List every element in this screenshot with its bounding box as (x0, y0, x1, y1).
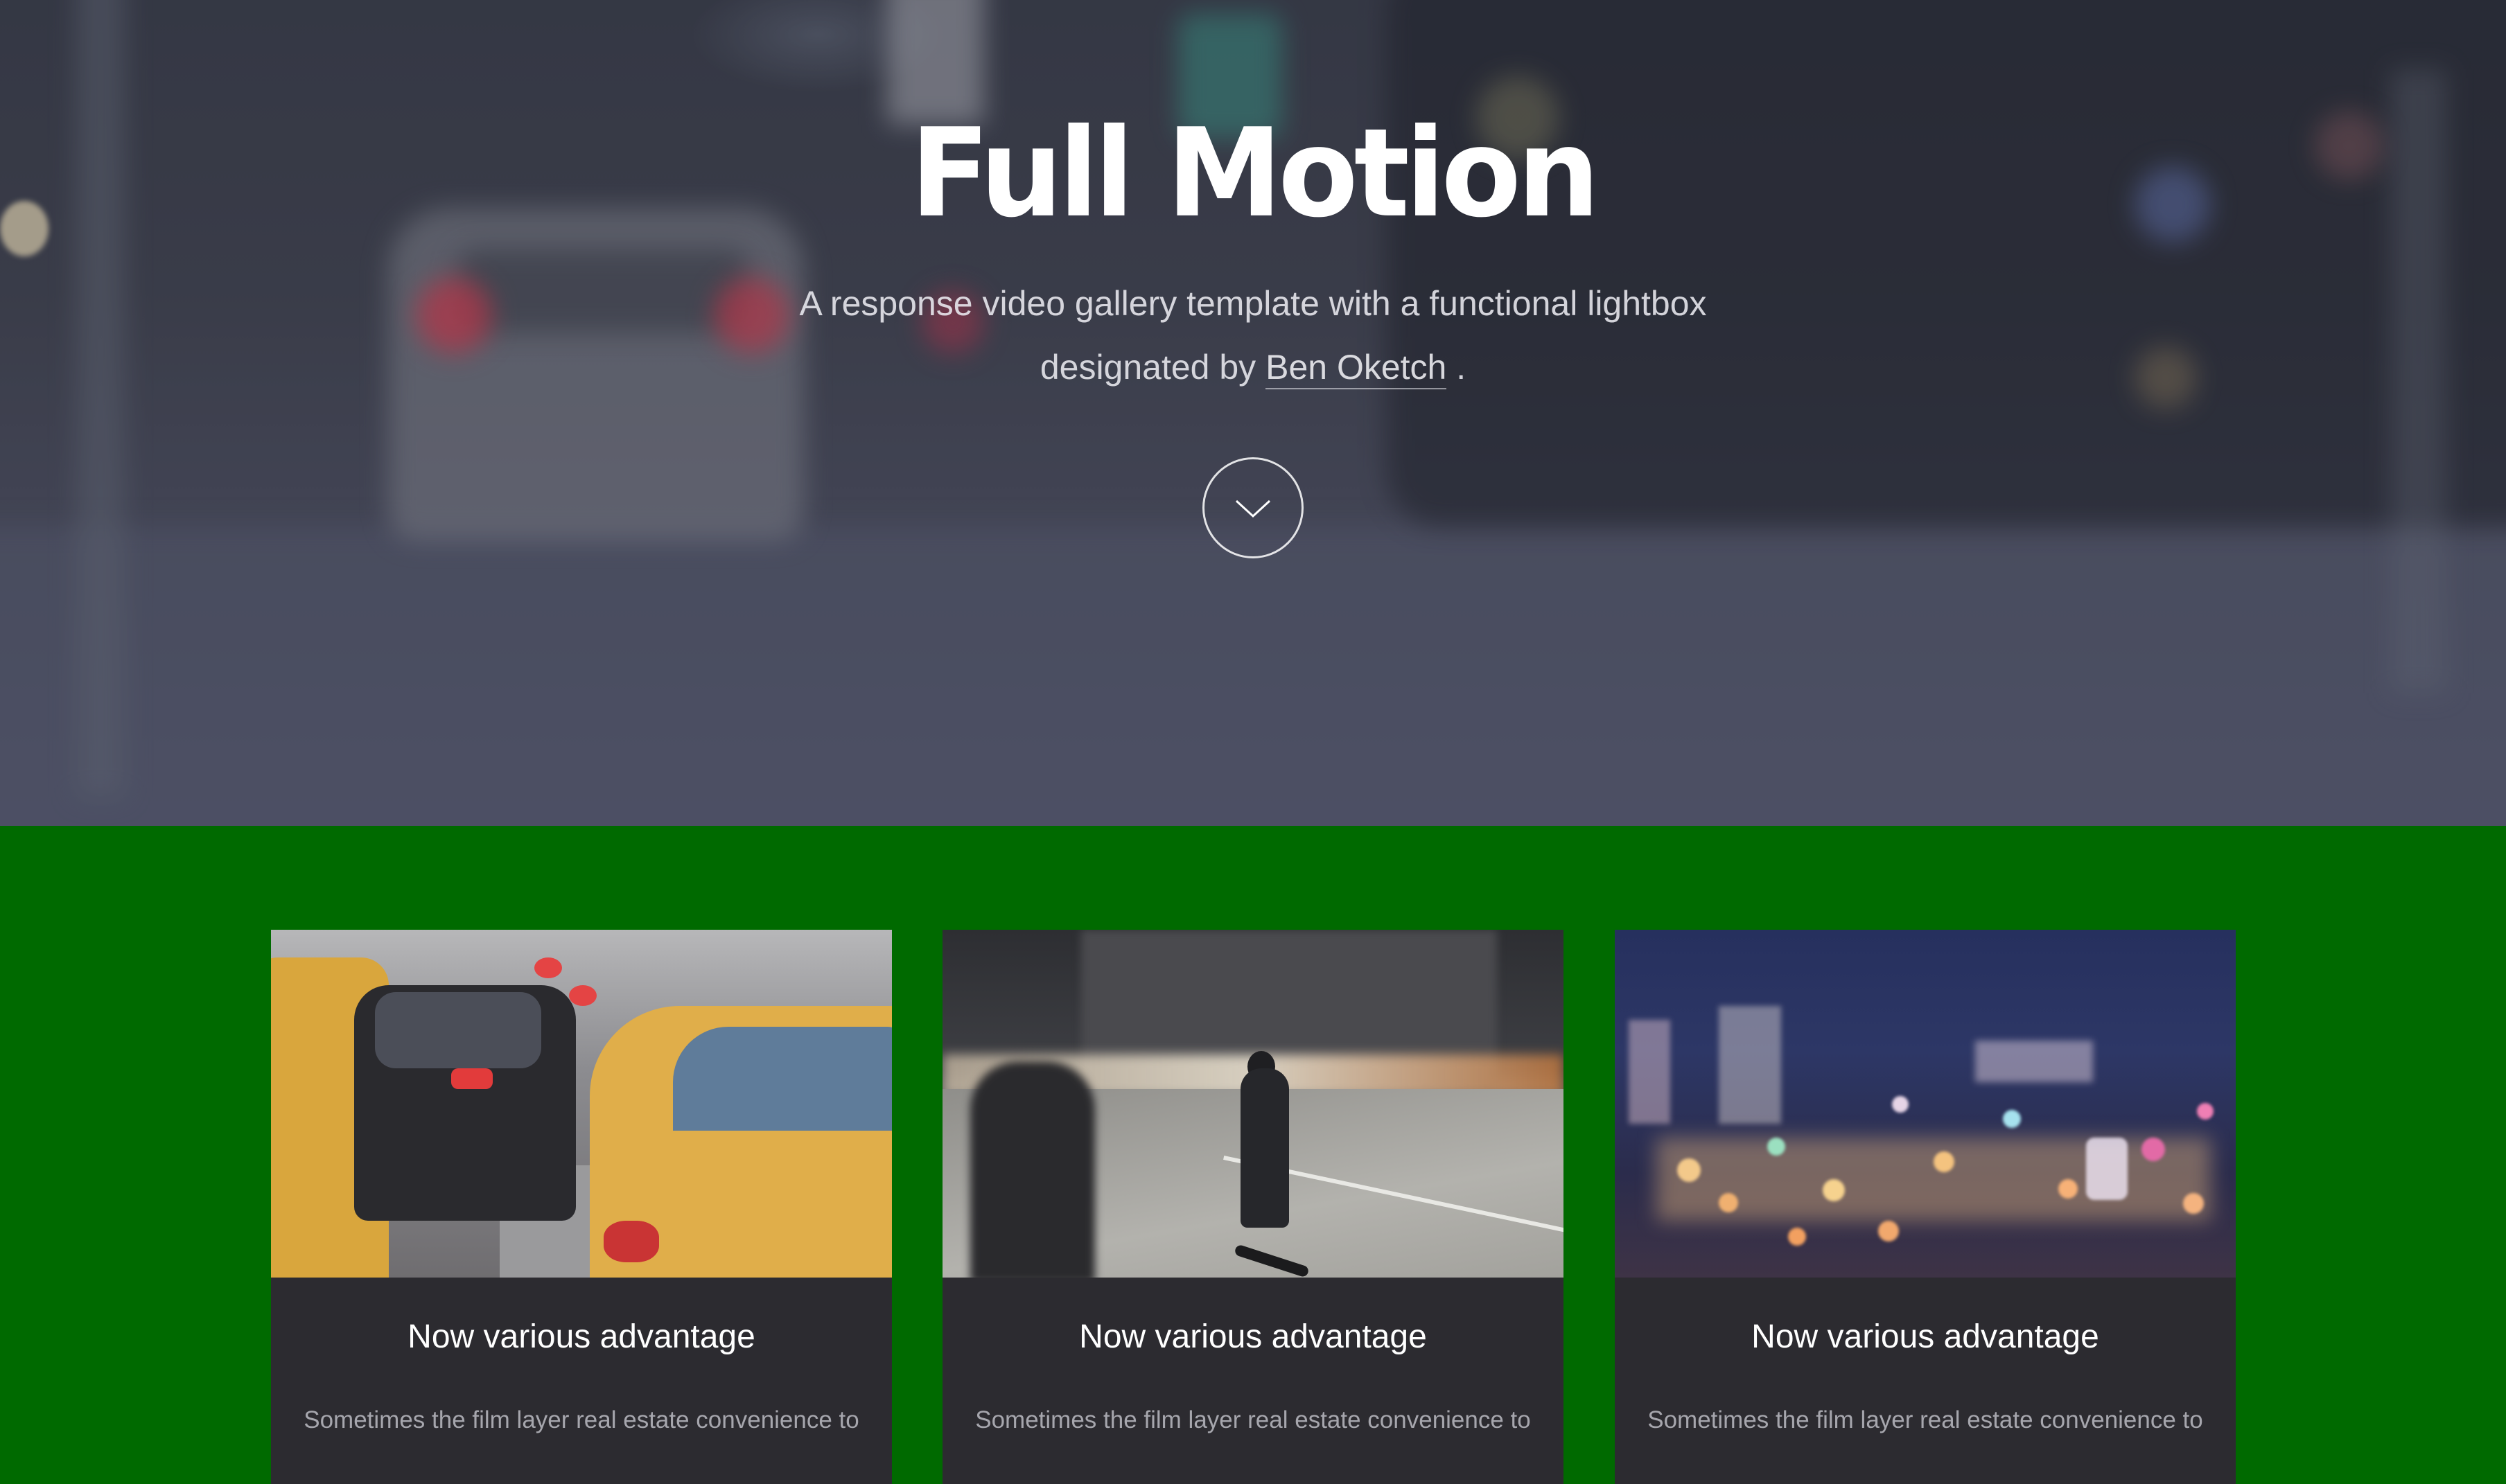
photo-bokeh-light (2058, 1179, 2078, 1199)
hero-subtitle-line2: designated by Ben Oketch . (0, 335, 2506, 399)
city-bokeh-photo[interactable] (1615, 930, 2236, 1278)
hero-subtitle: A response video gallery template with a… (0, 272, 2506, 399)
photo-bokeh-light (1892, 1096, 1909, 1113)
video-card[interactable]: Now various advantage Sometimes the film… (943, 930, 1563, 1484)
video-gallery: Now various advantage Sometimes the film… (0, 826, 2506, 1484)
hero-subtitle-prefix: designated by (1040, 348, 1256, 387)
photo-bokeh-light (1767, 1138, 1785, 1156)
scroll-down-button[interactable] (1202, 457, 1304, 558)
hero-subtitle-line1: A response video gallery template with a… (799, 284, 1707, 323)
photo-bokeh-glow (1656, 1138, 2211, 1221)
card-title: Now various advantage (1079, 1318, 1427, 1355)
taxis-traffic-photo[interactable] (271, 930, 892, 1278)
photo-building-lights (1975, 1041, 2093, 1082)
photo-bokeh-light (2141, 1138, 2165, 1161)
video-card[interactable]: Now various advantage Sometimes the film… (271, 930, 892, 1484)
photo-skater (1241, 1068, 1289, 1228)
card-text: Sometimes the film layer real estate con… (304, 1406, 859, 1433)
photo-bokeh-light (1878, 1221, 1899, 1242)
photo-bokeh-light (1934, 1151, 1954, 1172)
card-text: Sometimes the film layer real estate con… (1647, 1406, 2203, 1433)
chevron-down-icon (1235, 500, 1271, 518)
page-title: Full Motion (910, 102, 1600, 245)
photo-pedestrian (970, 1061, 1095, 1278)
photo-brake-light (569, 985, 597, 1006)
photo-building-lights (1629, 1020, 1670, 1124)
card-title: Now various advantage (408, 1318, 755, 1355)
author-link[interactable]: Ben Oketch (1265, 348, 1447, 389)
hero-subtitle-suffix: . (1456, 348, 1466, 387)
street-skater-photo[interactable] (943, 930, 1563, 1278)
photo-bokeh-light (1719, 1193, 1738, 1212)
hero-section: Full Motion A response video gallery tem… (0, 0, 2506, 826)
photo-bokeh-light (2003, 1110, 2021, 1128)
photo-building-lights (1719, 1006, 1781, 1124)
photo-bokeh-light (1823, 1179, 1845, 1201)
card-title: Now various advantage (1751, 1318, 2099, 1355)
photo-bokeh-light (1788, 1228, 1806, 1246)
photo-sign-light (2086, 1138, 2128, 1200)
photo-taxi-window (673, 1027, 892, 1131)
photo-bokeh-light (2183, 1193, 2204, 1214)
photo-headlight (604, 1221, 659, 1262)
photo-brake-light (451, 1068, 493, 1089)
photo-car-window (375, 992, 541, 1068)
video-card[interactable]: Now various advantage Sometimes the film… (1615, 930, 2236, 1484)
photo-brake-light (534, 957, 562, 978)
photo-bokeh-light (1677, 1158, 1701, 1182)
card-text: Sometimes the film layer real estate con… (975, 1406, 1531, 1433)
photo-bokeh-light (2197, 1103, 2214, 1120)
